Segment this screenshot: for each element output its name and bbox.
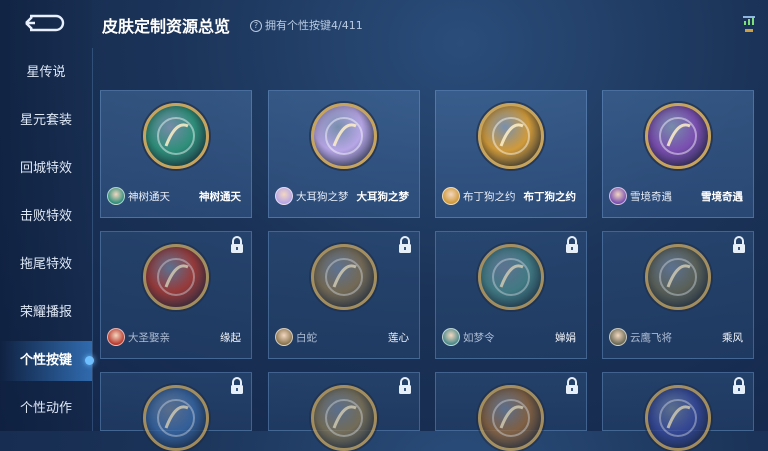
button-skin-name: 大耳狗之梦	[356, 191, 410, 203]
hero-skin-name: 神树通天	[128, 191, 170, 203]
sidebar-item-8[interactable]: 个性动作	[0, 389, 92, 429]
skin-card[interactable]: 大耳狗之梦 大耳狗之梦	[268, 90, 420, 218]
skin-card[interactable]: 大圣娶亲 缘起	[100, 231, 252, 359]
skin-card[interactable]: 云鹰飞将 乘风	[602, 231, 754, 359]
hero-skin-name: 布丁狗之约	[463, 191, 516, 203]
skin-card[interactable]	[602, 372, 754, 451]
skin-emblem-icon	[311, 103, 377, 169]
lock-icon	[566, 236, 578, 253]
page-title: 皮肤定制资源总览	[102, 17, 231, 36]
button-skin-name: 婵娟	[555, 332, 576, 344]
button-skin-name: 乘风	[722, 332, 743, 344]
sidebar-item-label: 星元套装	[19, 113, 72, 128]
skin-emblem-icon	[478, 244, 544, 310]
lock-icon	[566, 377, 578, 394]
sidebar-item-label: 个性按键	[19, 353, 72, 368]
hero-skin-name: 大圣娶亲	[128, 332, 170, 344]
skin-emblem-icon	[143, 244, 209, 310]
sidebar-item-7[interactable]: 个性按键	[0, 341, 94, 381]
sidebar-item-label: 拖尾特效	[19, 257, 72, 272]
hero-skin-name: 大耳狗之梦	[296, 191, 349, 203]
skin-card[interactable]: 神树通天 神树通天	[100, 90, 252, 218]
button-skin-name: 雪境奇遇	[701, 191, 743, 203]
network-signal-icon	[743, 16, 755, 32]
hero-skin-name: 雪境奇遇	[630, 191, 672, 203]
sidebar-item-3[interactable]: 回城特效	[0, 149, 92, 189]
sidebar-item-5[interactable]: 拖尾特效	[0, 245, 92, 285]
sidebar-divider	[92, 48, 93, 431]
sidebar-item-label: 个性动作	[19, 401, 72, 416]
hero-avatar	[609, 187, 627, 205]
button-skin-name: 神树通天	[199, 191, 241, 203]
lock-icon	[231, 236, 243, 253]
skin-emblem-icon	[311, 385, 377, 451]
help-icon[interactable]: ?	[250, 20, 262, 32]
sidebar-item-label: 回城特效	[19, 161, 72, 176]
hero-avatar	[275, 187, 293, 205]
hero-avatar	[442, 328, 460, 346]
skin-emblem-icon	[478, 385, 544, 451]
button-skin-name: 莲心	[388, 332, 409, 344]
button-skin-name: 缘起	[220, 332, 241, 344]
hero-avatar	[609, 328, 627, 346]
hero-avatar	[442, 187, 460, 205]
lock-icon	[733, 377, 745, 394]
hero-skin-name: 如梦令	[463, 332, 495, 344]
skin-emblem-icon	[143, 385, 209, 451]
lock-icon	[733, 236, 745, 253]
skin-emblem-icon	[645, 244, 711, 310]
lock-icon	[399, 377, 411, 394]
sidebar-item-label: 星传说	[26, 65, 66, 80]
skin-emblem-icon	[645, 103, 711, 169]
skin-card[interactable]: 雪境奇遇 雪境奇遇	[602, 90, 754, 218]
hero-avatar	[275, 328, 293, 346]
skin-card[interactable]	[268, 372, 420, 451]
sidebar-item-4[interactable]: 击败特效	[0, 197, 92, 237]
skin-card[interactable]	[435, 372, 587, 451]
button-skin-name: 布丁狗之约	[523, 191, 577, 203]
hero-avatar	[107, 187, 125, 205]
skin-card[interactable]: 白蛇 莲心	[268, 231, 420, 359]
skin-emblem-icon	[478, 103, 544, 169]
skin-emblem-icon	[143, 103, 209, 169]
sidebar-item-label: 击败特效	[19, 209, 72, 224]
skin-card[interactable]: 如梦令 婵娟	[435, 231, 587, 359]
sidebar-item-2[interactable]: 星元套装	[0, 101, 92, 141]
sidebar-item-1[interactable]: 星传说	[0, 53, 92, 93]
skin-card[interactable]: 布丁狗之约 布丁狗之约	[435, 90, 587, 218]
skin-card[interactable]	[100, 372, 252, 451]
hero-avatar	[107, 328, 125, 346]
hero-skin-name: 云鹰飞将	[630, 332, 672, 344]
sidebar-item-label: 荣耀播报	[19, 305, 72, 320]
owned-count-text: 拥有个性按键4/411	[265, 19, 363, 32]
sidebar: 星传说星元套装回城特效击败特效拖尾特效荣耀播报个性按键个性动作	[0, 0, 94, 431]
owned-count-label: ? 拥有个性按键4/411	[250, 17, 363, 33]
back-arrow-icon[interactable]	[22, 10, 66, 36]
hero-skin-name: 白蛇	[296, 332, 317, 344]
lock-icon	[399, 236, 411, 253]
skin-emblem-icon	[311, 244, 377, 310]
skin-emblem-icon	[645, 385, 711, 451]
sidebar-item-6[interactable]: 荣耀播报	[0, 293, 92, 333]
lock-icon	[231, 377, 243, 394]
